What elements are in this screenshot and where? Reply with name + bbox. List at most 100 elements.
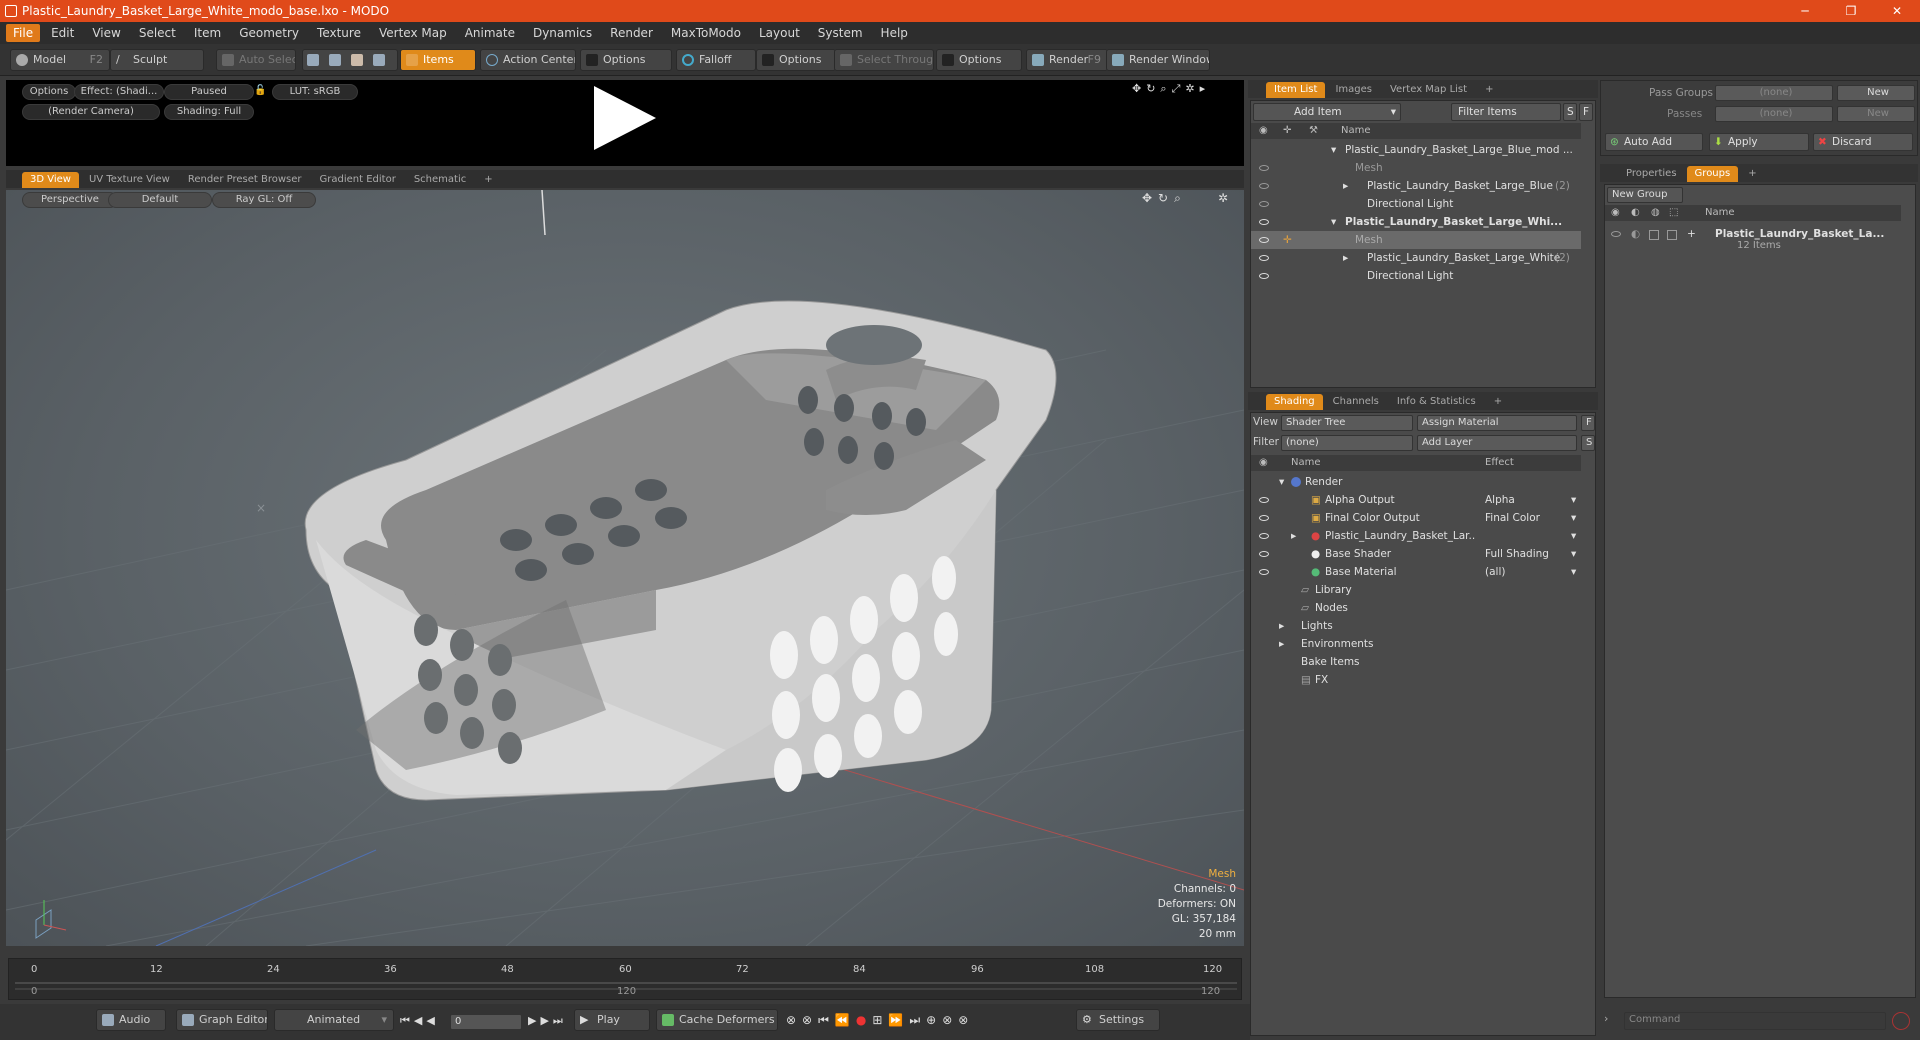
animated-dropdown[interactable]: Animated ▾ (274, 1009, 394, 1031)
maximize-button[interactable]: ❐ (1828, 0, 1874, 22)
passes-dropdown[interactable]: (none) (1715, 106, 1833, 122)
shading-style-dropdown[interactable]: Default (108, 192, 212, 208)
expand-arrow-icon[interactable]: ▾ (1331, 213, 1336, 231)
tree-row-white-group[interactable]: ▾ Plastic_Laundry_Basket_Large_Whi... (1251, 213, 1581, 231)
add-tab-button[interactable]: + (1486, 394, 1510, 410)
timeline[interactable]: 0 12 24 36 48 60 72 84 96 108 120 0 120 … (8, 958, 1242, 1000)
menu-render[interactable]: Render (603, 24, 660, 42)
group-row[interactable]: ◐ + Plastic_Laundry_Basket_La... 12 Item… (1605, 225, 1901, 259)
laundry-basket-mesh[interactable] (304, 300, 1057, 801)
menu-vertex-map[interactable]: Vertex Map (372, 24, 454, 42)
play-button[interactable]: ▶ Play (574, 1009, 650, 1031)
menu-animate[interactable]: Animate (458, 24, 522, 42)
menu-layout[interactable]: Layout (752, 24, 807, 42)
add-layer-dropdown[interactable]: Add Layer (1417, 435, 1577, 451)
tab-images[interactable]: Images (1327, 82, 1380, 98)
filter-dropdown[interactable]: (none) (1281, 435, 1413, 451)
visibility-eye-icon[interactable] (1259, 273, 1269, 279)
menu-view[interactable]: View (85, 24, 127, 42)
shader-row-alpha-output[interactable]: ▣ Alpha Output Alpha ▾ (1251, 491, 1581, 509)
shader-row-base-shader[interactable]: ● Base Shader Full Shading ▾ (1251, 545, 1581, 563)
assign-material-button[interactable]: Assign Material (1417, 415, 1577, 431)
menu-help[interactable]: Help (874, 24, 915, 42)
lock-icon[interactable]: ✛ (1283, 231, 1292, 249)
tab-render-preset-browser[interactable]: Render Preset Browser (180, 172, 310, 188)
auto-add-button[interactable]: ⊛ Auto Add (1605, 133, 1703, 151)
new-pass-group-button[interactable]: New (1837, 85, 1915, 101)
shader-row-fx[interactable]: ▤ FX (1251, 671, 1581, 689)
vertex-mode-icon[interactable] (307, 54, 319, 66)
menu-geometry[interactable]: Geometry (232, 24, 306, 42)
tab-item-list[interactable]: Item List (1266, 82, 1326, 98)
lock-icon[interactable]: 🔓 (254, 85, 266, 97)
settings-button[interactable]: ⚙ Settings (1076, 1009, 1160, 1031)
tab-schematic[interactable]: Schematic (406, 172, 474, 188)
shader-row-final-color[interactable]: ▣ Final Color Output Final Color ▾ (1251, 509, 1581, 527)
tree-row-mesh-white-selected[interactable]: ✛ Mesh (1251, 231, 1581, 249)
close-button[interactable]: ✕ (1874, 0, 1920, 22)
tab-info-statistics[interactable]: Info & Statistics (1389, 394, 1484, 410)
tab-gradient-editor[interactable]: Gradient Editor (312, 172, 404, 188)
tree-row-light-blue[interactable]: Directional Light (1251, 195, 1581, 213)
view-dropdown[interactable]: Shader Tree (1281, 415, 1413, 431)
tree-row-blue-group[interactable]: ▾ Plastic_Laundry_Basket_Large_Blue_mod .… (1251, 141, 1581, 159)
visibility-eye-icon[interactable] (1259, 255, 1269, 261)
transport-next-controls[interactable]: ▶▶⏭ (528, 1014, 567, 1028)
transport-prev-controls[interactable]: ⏮◀◀ (400, 1014, 439, 1028)
menu-edit[interactable]: Edit (44, 24, 81, 42)
tree-row-blue-object[interactable]: ▸ Plastic_Laundry_Basket_Large_Blue (2) (1251, 177, 1581, 195)
add-tab-button[interactable]: + (1477, 82, 1501, 98)
tab-shading[interactable]: Shading (1266, 394, 1323, 410)
add-item-button[interactable]: Add Item ▾ (1253, 103, 1401, 121)
shader-row-environments[interactable]: ▸ Environments (1251, 635, 1581, 653)
search-f-button[interactable]: F (1579, 103, 1593, 121)
command-expand-icon[interactable]: › (1604, 1012, 1618, 1025)
expand-arrow-icon[interactable]: ▾ (1331, 141, 1336, 159)
filter-items-field[interactable]: Filter Items (1451, 103, 1561, 121)
current-frame-field[interactable]: 0 (450, 1014, 522, 1030)
render-window-button[interactable]: Render Window (1106, 49, 1210, 71)
falloff-options-button[interactable]: Options (756, 49, 836, 71)
preview-options-button[interactable]: Options (22, 84, 76, 100)
visibility-eye-icon[interactable] (1259, 219, 1269, 225)
menu-item[interactable]: Item (187, 24, 228, 42)
shader-row-render[interactable]: ▾ Render (1251, 473, 1581, 491)
polygon-mode-icon[interactable] (351, 54, 363, 66)
tree-row-white-object[interactable]: ▸ Plastic_Laundry_Basket_Large_White (2) (1251, 249, 1581, 267)
shader-row-bake-items[interactable]: Bake Items (1251, 653, 1581, 671)
new-group-button[interactable]: New Group (1607, 187, 1683, 203)
falloff-button[interactable]: Falloff (676, 49, 756, 71)
shader-row-lights[interactable]: ▸ Lights (1251, 617, 1581, 635)
tree-row-light-white[interactable]: Directional Light (1251, 267, 1581, 285)
menu-system[interactable]: System (811, 24, 870, 42)
tab-channels[interactable]: Channels (1325, 394, 1387, 410)
raygl-dropdown[interactable]: Ray GL: Off (212, 192, 316, 208)
visibility-eye-icon[interactable] (1259, 165, 1269, 171)
sculpt-button[interactable]: / Sculpt (110, 49, 204, 71)
visibility-eye-icon[interactable] (1259, 183, 1269, 189)
visibility-eye-icon[interactable] (1259, 237, 1269, 243)
graph-editor-button[interactable]: Graph Editor (176, 1009, 268, 1031)
preview-view-controls[interactable]: ✥↻⌕⤢✲▸ (1132, 82, 1210, 96)
cache-deformers-button[interactable]: Cache Deformers (656, 1009, 778, 1031)
select-through-options-button[interactable]: Options (936, 49, 1022, 71)
auto-select-button[interactable]: Auto Select (216, 49, 296, 71)
shader-row-library[interactable]: ▱ Library (1251, 581, 1581, 599)
tab-3d-view[interactable]: 3D View (22, 172, 79, 188)
menu-texture[interactable]: Texture (310, 24, 368, 42)
visibility-eye-icon[interactable] (1259, 201, 1269, 207)
key-controls[interactable]: ⊗⊗⏮⏪●⊞⏩⏭⊕⊗⊗ (786, 1013, 974, 1028)
tree-row-mesh-blue[interactable]: Mesh (1251, 159, 1581, 177)
camera-dropdown[interactable]: (Render Camera) (22, 104, 160, 120)
model-button[interactable]: Model F2 (10, 49, 110, 71)
items-mode-button[interactable]: Items (400, 49, 476, 71)
shading-f-button[interactable]: F (1581, 415, 1595, 431)
expand-arrow-icon[interactable]: ▸ (1343, 249, 1348, 267)
new-pass-button[interactable]: New (1837, 106, 1915, 122)
tab-properties[interactable]: Properties (1618, 166, 1685, 182)
lut-dropdown[interactable]: LUT: sRGB (272, 84, 358, 100)
tab-uv-texture-view[interactable]: UV Texture View (81, 172, 178, 188)
pass-groups-dropdown[interactable]: (none) (1715, 85, 1833, 101)
viewport-nav-controls[interactable]: ✥↻⌕ (1142, 191, 1187, 206)
shader-row-nodes[interactable]: ▱ Nodes (1251, 599, 1581, 617)
